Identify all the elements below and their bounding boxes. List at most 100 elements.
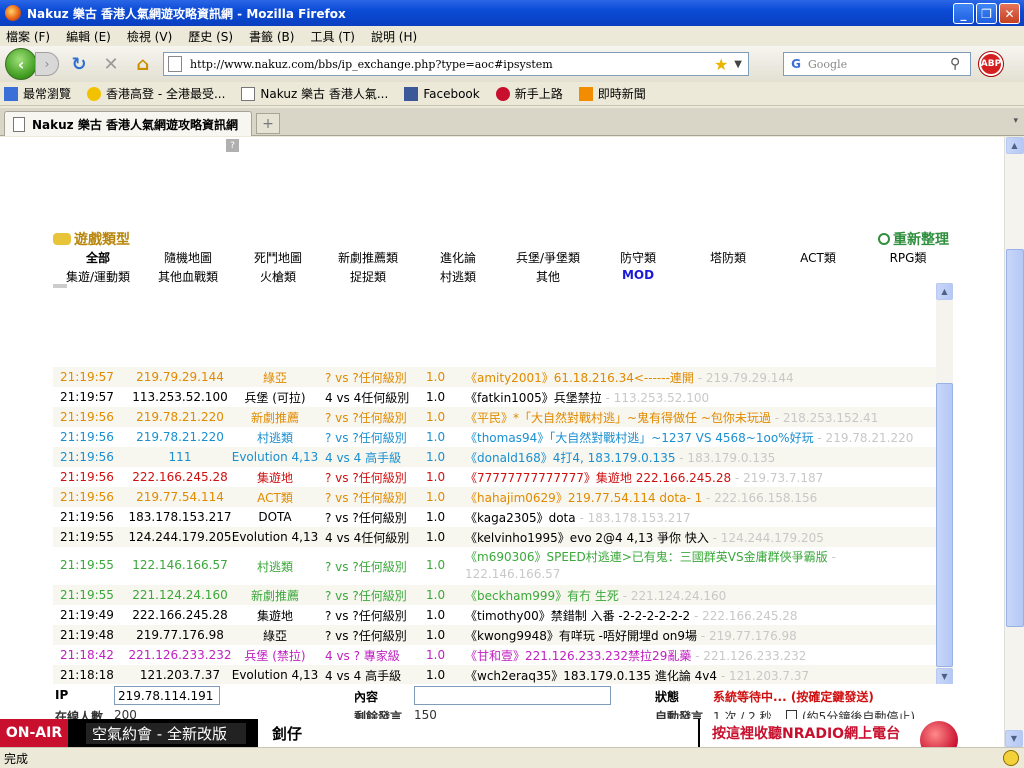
page-scrollbar[interactable]: ▲ ▼ — [1004, 137, 1024, 747]
log-scrollbar[interactable]: ▲ ▼ — [936, 283, 953, 685]
radio-banner[interactable]: ON-AIR 空氣約會 - 全新改版 釗仔 按這裡收聽NRADIO網上電台 — [0, 719, 1004, 747]
adblock-icon[interactable]: ABP — [978, 51, 1004, 77]
log-row: 21:19:57 219.79.29.144 綠亞 ? vs ?任何級別 1.0 《ami… — [53, 367, 936, 387]
tab-nakuz[interactable]: Nakuz 樂古 香港人氣網遊攻略資訊網 — [4, 111, 252, 136]
window-title: Nakuz 樂古 香港人氣網遊攻略資訊網 - Mozilla Firefox — [27, 6, 346, 21]
bookmark-hkgolden[interactable]: 香港高登 - 全港最受... — [87, 85, 225, 102]
log-row: 21:18:42 221.126.233.232 兵堡 (禁拉) 4 vs ? 專家級… — [53, 645, 936, 665]
bookmark-star-icon[interactable]: ★ — [714, 55, 728, 74]
bookmark-getting-started[interactable]: 新手上路 — [495, 85, 563, 102]
search-box[interactable]: G Google ⚲ — [783, 52, 971, 76]
ip-input[interactable] — [114, 686, 220, 705]
log-type: 兵堡 (可拉) — [244, 390, 306, 405]
window-titlebar: Nakuz 樂古 香港人氣網遊攻略資訊網 - Mozilla Firefox _… — [0, 0, 1024, 26]
menu-tools[interactable]: 工具 (T) — [310, 28, 355, 45]
reload-icon[interactable]: ↻ — [67, 52, 91, 76]
log-source-ip: - 222.166.158.156 — [702, 490, 818, 505]
google-icon[interactable]: G — [784, 57, 808, 71]
category-deathmatch-map[interactable]: 死鬥地圖 — [233, 249, 323, 266]
category-new-recommend[interactable]: 新劇推薦類 — [323, 249, 413, 266]
log-ip: 221.124.24.160 — [132, 588, 228, 602]
ip-log-list: 21:19:57 219.79.29.144 綠亞 ? vs ?任何級別 1.0 《ami… — [53, 367, 936, 685]
address-bar[interactable]: http://www.nakuz.com/bbs/ip_exchange.php… — [163, 52, 749, 76]
log-message: 《amity2001》61.18.216.34<------連開 - 219.7… — [465, 369, 794, 386]
log-source-ip: - 121.203.7.37 — [717, 668, 810, 683]
log-vs: 4 vs 4任何級別 — [325, 530, 410, 545]
hkgolden-icon — [87, 86, 102, 101]
bookmark-nakuz[interactable]: Nakuz 樂古 香港人氣... — [241, 85, 388, 102]
log-source-ip: - 183.179.0.135 — [675, 450, 776, 465]
ip-log-panel: 21:19:57 219.79.29.144 綠亞 ? vs ?任何級別 1.0 《ami… — [53, 283, 953, 685]
bookmark-most-visited[interactable]: 最常瀏覽 — [4, 85, 71, 102]
log-time: 21:19:57 — [60, 370, 114, 384]
url-text[interactable]: http://www.nakuz.com/bbs/ip_exchange.php… — [190, 58, 714, 71]
back-button[interactable]: ‹ — [5, 48, 37, 80]
log-type: Evolution 4,13 — [231, 530, 319, 544]
close-button[interactable]: ✕ — [999, 3, 1020, 24]
scroll-up-icon[interactable]: ▲ — [936, 283, 953, 300]
menu-edit[interactable]: 編輯 (E) — [66, 28, 111, 45]
category-tower-defense[interactable]: 塔防類 — [683, 249, 773, 266]
log-type: ACT類 — [257, 490, 293, 505]
page-scrollbar-thumb[interactable] — [1006, 249, 1024, 627]
log-source-ip: - 183.178.153.217 — [575, 510, 691, 525]
chevron-down-icon[interactable]: ▼ — [734, 59, 742, 70]
maximize-button[interactable]: ❐ — [976, 3, 997, 24]
menu-view[interactable]: 檢視 (V) — [127, 28, 172, 45]
auto-post-checkbox[interactable] — [786, 710, 797, 719]
menu-bookmarks[interactable]: 書籤 (B) — [249, 28, 294, 45]
log-time: 21:19:56 — [60, 430, 114, 444]
new-tab-button[interactable]: + — [256, 113, 280, 134]
online-label: 在線人數 — [55, 710, 104, 719]
category-rpg[interactable]: RPG類 — [863, 249, 953, 266]
category-defense[interactable]: 防守類 — [593, 249, 683, 266]
home-icon[interactable]: ⌂ — [131, 52, 155, 76]
log-ip: 124.244.179.205 — [128, 530, 232, 544]
menu-history[interactable]: 歷史 (S) — [188, 28, 233, 45]
menu-file[interactable]: 檔案 (F) — [6, 28, 50, 45]
log-row: 21:19:57 113.253.52.100 兵堡 (可拉) 4 vs 4任何級別 1… — [53, 387, 936, 407]
remaining-label: 剩餘發言 — [354, 710, 403, 719]
refresh-button[interactable]: 重新整理 — [878, 229, 949, 249]
bookmark-folder-icon — [4, 86, 18, 101]
category-castle[interactable]: 兵堡/爭堡類 — [503, 249, 593, 266]
search-placeholder[interactable]: Google — [808, 58, 950, 71]
minimize-button[interactable]: _ — [953, 3, 974, 24]
log-vs: 4 vs 4 高手級 — [325, 668, 402, 683]
log-scrollbar-thumb[interactable] — [936, 383, 953, 667]
bookmark-news[interactable]: 即時新聞 — [578, 85, 646, 102]
stop-icon[interactable]: ✕ — [99, 52, 123, 76]
log-time: 21:19:55 — [60, 588, 114, 602]
log-message-text: 《77777777777777》集遊地 222.166.245.28 — [465, 470, 732, 485]
refresh-icon — [878, 233, 890, 245]
listen-link[interactable]: 按這裡收聽NRADIO網上電台 — [700, 719, 1004, 747]
page-icon — [13, 116, 25, 132]
game-type-icon — [53, 233, 71, 245]
bookmark-facebook[interactable]: Facebook — [404, 86, 480, 101]
log-ip: 219.78.21.220 — [136, 430, 224, 444]
log-ip: 122.146.166.57 — [132, 558, 228, 572]
content-input[interactable] — [414, 686, 611, 705]
scroll-up-icon[interactable]: ▲ — [1005, 137, 1024, 154]
scroll-down-icon[interactable]: ▼ — [1005, 730, 1023, 747]
search-icon[interactable]: ⚲ — [950, 56, 970, 72]
log-version: 1.0 — [426, 510, 446, 524]
category-all[interactable]: 全部 — [53, 249, 143, 266]
scroll-down-icon[interactable]: ▼ — [936, 668, 953, 685]
log-time: 21:18:18 — [60, 668, 114, 682]
auto-post-value: 1 次 / 2 秒 — [713, 710, 772, 719]
log-message: 《hahajim0629》219.77.54.114 dota- 1 - 222… — [465, 489, 817, 506]
log-message: 《kelvinho1995》evo 2@4 4,13 爭你 快入 - 124.2… — [465, 529, 824, 546]
category-random-map[interactable]: 隨機地圖 — [143, 249, 233, 266]
log-message-text: 《kaga2305》dota — [465, 510, 576, 525]
help-icon[interactable]: ? — [226, 139, 239, 152]
tab-list-chevron-icon[interactable]: ▾ — [1013, 116, 1018, 126]
category-evolution[interactable]: 進化論 — [413, 249, 503, 266]
forward-button[interactable]: › — [35, 52, 59, 76]
log-version: 1.0 — [426, 470, 446, 484]
log-type: 集遊地 — [256, 470, 293, 485]
log-message: 《平民》*「大自然對戰村逃」~鬼有得做任 ~包你未玩過 - 218.253.15… — [465, 409, 878, 426]
category-act[interactable]: ACT類 — [773, 249, 863, 266]
log-row: 21:19:49 222.166.245.28 集遊地 ? vs ?任何級別 1.0 《t… — [53, 605, 936, 625]
menu-help[interactable]: 說明 (H) — [371, 28, 417, 45]
